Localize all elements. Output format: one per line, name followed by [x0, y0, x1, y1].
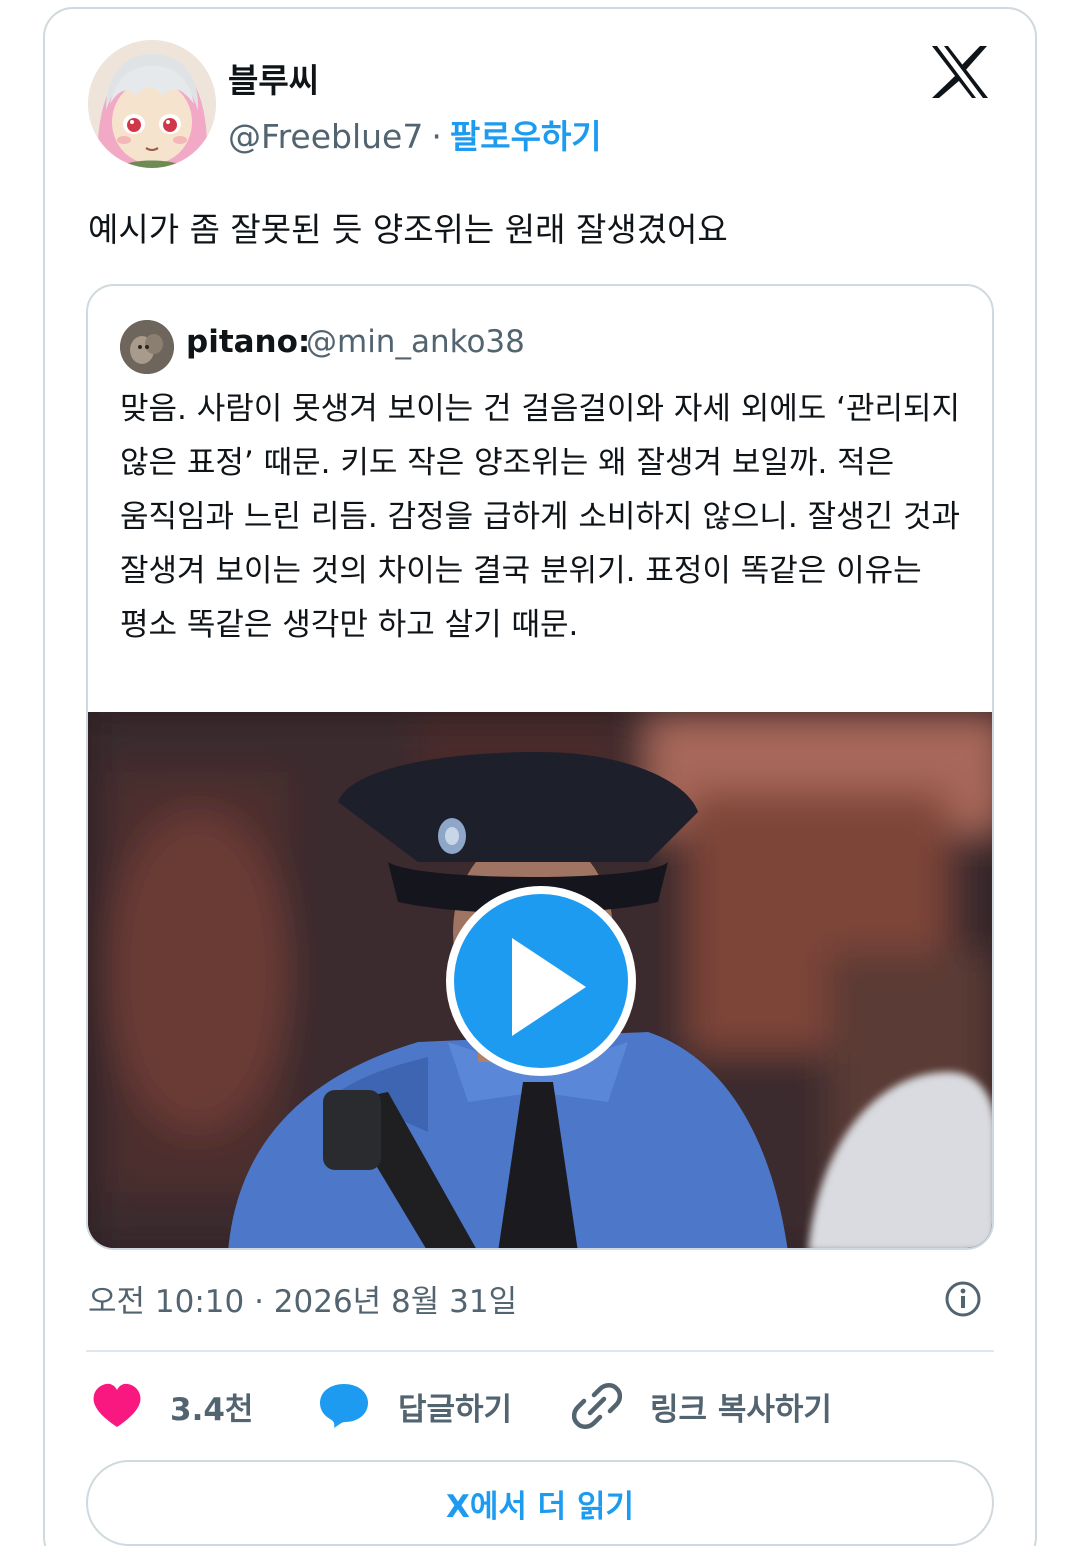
quoted-author-name: pitano: [186, 324, 311, 360]
copy-link-label: 링크 복사하기 [650, 1391, 832, 1428]
play-icon [512, 938, 586, 1036]
quoted-author-handle: @min_anko38 [306, 324, 525, 360]
reply-button[interactable]: 답글하기 [318, 1380, 512, 1432]
x-logo-icon[interactable] [930, 44, 990, 100]
play-video-button[interactable] [446, 886, 636, 1076]
quoted-tweet-text: 맞음. 사람이 못생겨 보이는 건 걸음걸이와 자세 외에도 ‘관리되지 않은 … [120, 391, 961, 643]
copy-link-button[interactable]: 링크 복사하기 [572, 1380, 832, 1432]
quoted-tweet[interactable]: pitano: @min_anko38 맞음. 사람이 못생겨 보이는 건 걸음… [86, 284, 994, 1250]
video-thumbnail[interactable] [88, 712, 992, 1248]
reply-bubble-icon [320, 1384, 368, 1428]
quoted-author-avatar [120, 320, 174, 374]
reply-label: 답글하기 [398, 1391, 513, 1428]
divider [86, 1350, 994, 1352]
tweet-timestamp[interactable]: 오전 10:10 · 2026년 8월 31일 [88, 1276, 517, 1321]
link-icon [572, 1383, 622, 1429]
author-avatar[interactable] [88, 40, 216, 168]
heart-icon [93, 1383, 141, 1427]
author-handle[interactable]: @Freeblue7 [228, 117, 423, 156]
like-count: 3.4천 [170, 1391, 254, 1428]
follow-button[interactable]: 팔로우하기 [450, 117, 602, 156]
separator-dot: · [431, 117, 442, 156]
like-button[interactable]: 3.4천 [92, 1380, 253, 1432]
author-handle-row: @Freeblue7 · 팔로우하기 [228, 110, 602, 158]
tweet-text: 예시가 좀 잘못된 듯 양조위는 원래 잘생겼어요 [88, 210, 728, 249]
author-display-name[interactable]: 블루씨 [228, 54, 319, 102]
read-more-on-x-button[interactable]: X에서 더 읽기 [86, 1460, 994, 1546]
info-icon[interactable] [944, 1280, 982, 1318]
